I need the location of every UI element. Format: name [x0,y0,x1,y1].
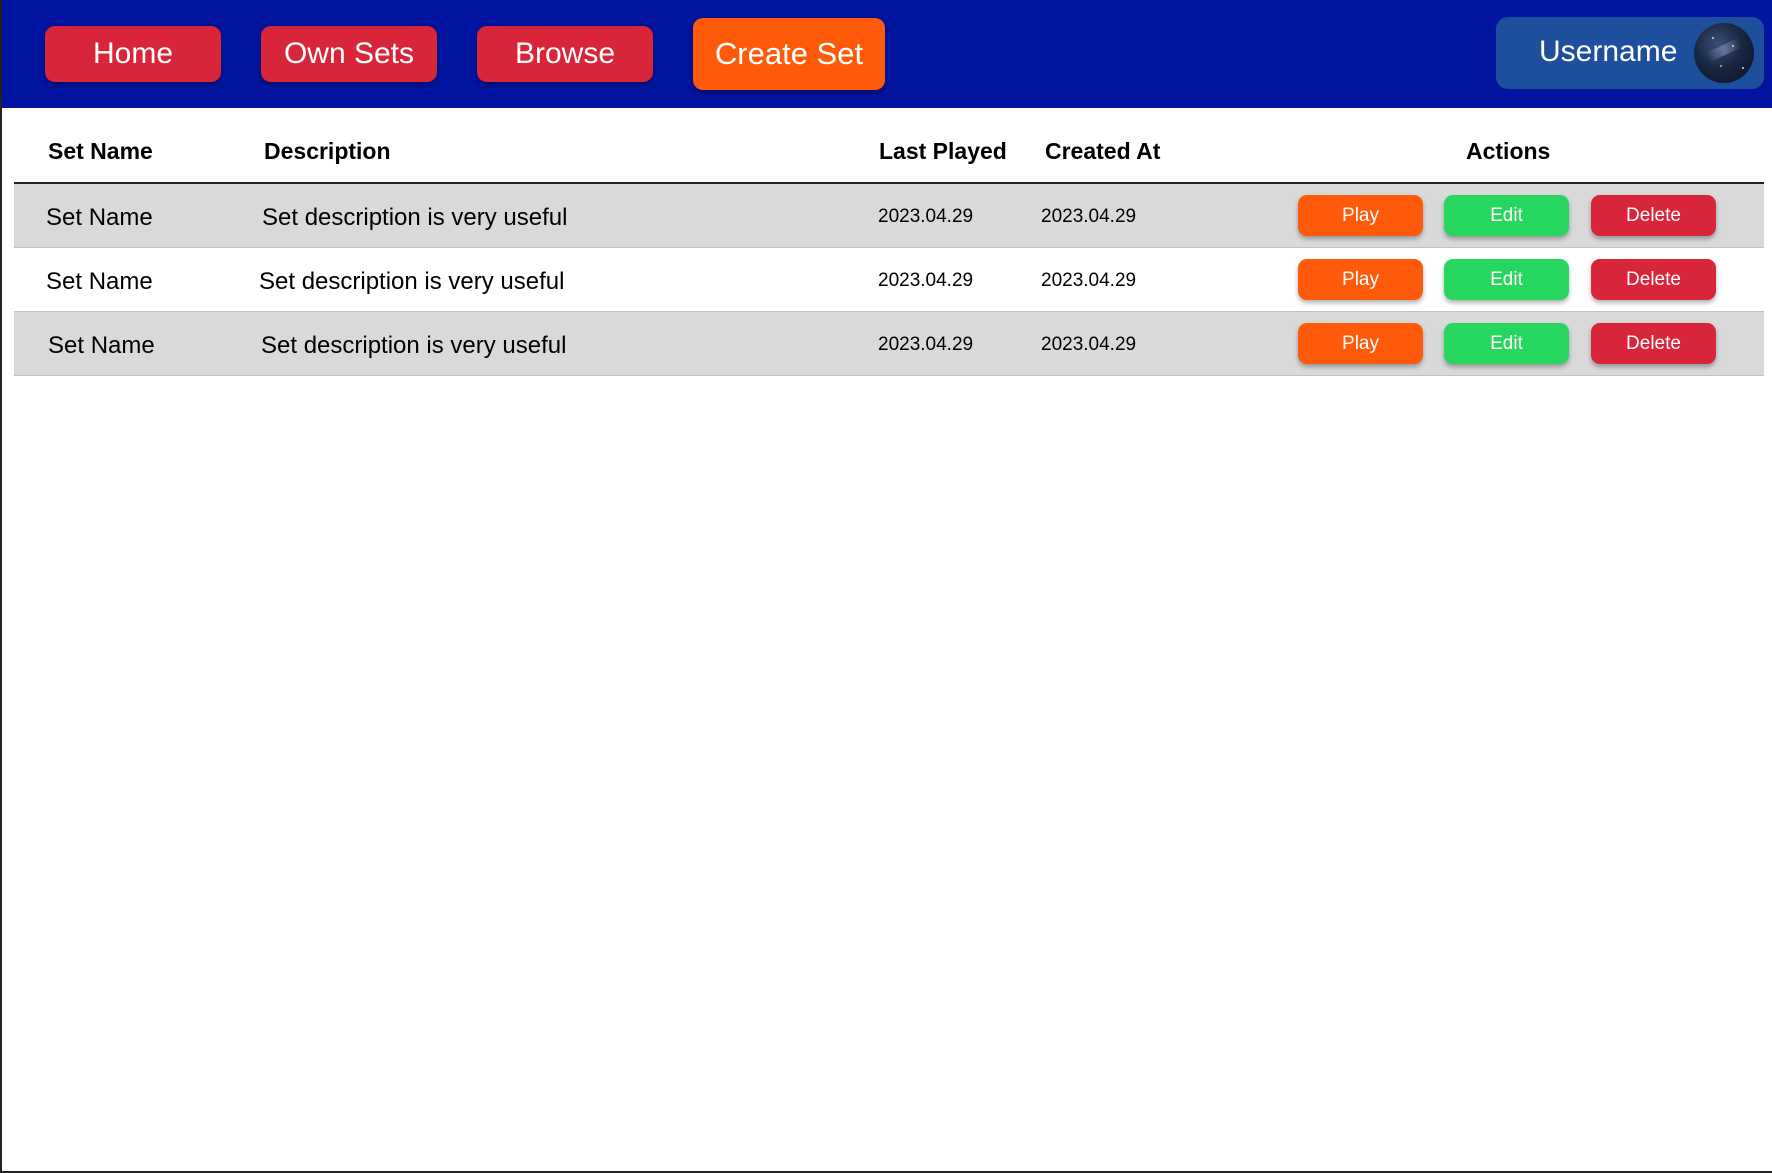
top-navbar: Home Own Sets Browse Create Set Username [2,0,1772,108]
edit-button[interactable]: Edit [1444,195,1569,236]
description-cell: Set description is very useful [262,204,568,231]
own-sets-button[interactable]: Own Sets [261,26,437,82]
play-button[interactable]: Play [1298,323,1423,364]
create-set-button[interactable]: Create Set [693,18,885,90]
header-last-played: Last Played [879,138,1007,164]
home-button[interactable]: Home [45,26,221,82]
delete-button[interactable]: Delete [1591,195,1716,236]
header-actions: Actions [1466,138,1551,164]
header-description: Description [264,138,391,164]
table-row: Set Name Set description is very useful … [14,248,1764,312]
created-at-cell: 2023.04.29 [1041,270,1137,291]
header-created-at: Created At [1045,138,1161,164]
set-name-cell: Set Name [48,332,155,359]
table-row: Set Name Set description is very useful … [14,184,1764,248]
last-played-cell: 2023.04.29 [878,206,974,227]
delete-button[interactable]: Delete [1591,259,1716,300]
username-label: Username [1539,35,1678,68]
last-played-cell: 2023.04.29 [878,270,974,291]
set-name-cell: Set Name [46,204,153,231]
sets-table: Set Name Description Last Played Created… [14,108,1764,376]
description-cell: Set description is very useful [259,268,565,295]
delete-button[interactable]: Delete [1591,323,1716,364]
app-frame: Home Own Sets Browse Create Set Username… [0,0,1772,1173]
description-cell: Set description is very useful [261,332,567,359]
play-button[interactable]: Play [1298,195,1423,236]
set-name-cell: Set Name [46,268,153,295]
user-menu[interactable]: Username [1496,17,1764,89]
created-at-cell: 2023.04.29 [1041,206,1137,227]
play-button[interactable]: Play [1298,259,1423,300]
edit-button[interactable]: Edit [1444,323,1569,364]
table-header: Set Name Description Last Played Created… [14,108,1764,184]
header-set-name: Set Name [48,138,153,164]
browse-button[interactable]: Browse [477,26,653,82]
table-row: Set Name Set description is very useful … [14,312,1764,376]
last-played-cell: 2023.04.29 [878,334,974,355]
avatar[interactable] [1694,23,1754,83]
created-at-cell: 2023.04.29 [1041,334,1137,355]
edit-button[interactable]: Edit [1444,259,1569,300]
